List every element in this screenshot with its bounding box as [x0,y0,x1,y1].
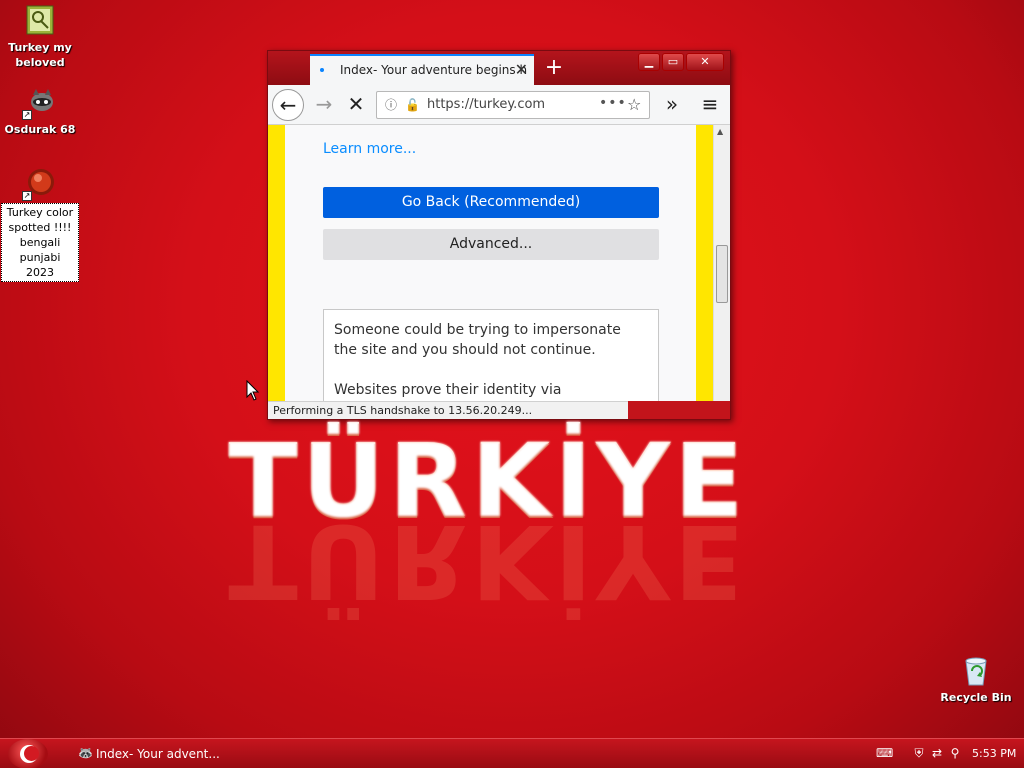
raccoon-icon: 🦝 [78,746,93,760]
shortcut-arrow-icon: ↗ [22,110,32,120]
details-paragraph: Websites prove their identity via certif… [334,382,562,398]
menu-hamburger-icon[interactable]: ≡ [694,89,726,121]
back-button[interactable]: ← [272,89,304,121]
stop-button[interactable]: ✕ [340,89,372,121]
mouse-cursor-icon [246,380,260,401]
certificate-warning-page: Learn more... Go Back (Recommended) Adva… [285,125,696,401]
learn-more-link[interactable]: Learn more... [323,141,416,157]
desktop-icon-osdurak-68[interactable]: ↗ Osdurak 68 [0,86,80,137]
taskbar: 🦝 Index- Your advent... ⌨ ⛨ ⇄ ⚲ 5:53 PM [0,738,1024,768]
red-ball-icon: ↗ [22,167,56,201]
tab-close-icon[interactable]: ✕ [515,56,528,84]
taskbar-item-browser[interactable]: 🦝 Index- Your advent... [76,743,236,765]
security-shield-icon[interactable]: ⛨ [912,746,926,760]
details-paragraph: Someone could be trying to impersonate t… [334,322,621,358]
wallpaper-title-reflection: TÜRKİYE [228,520,748,620]
overflow-chevron-icon[interactable]: » [656,89,688,121]
browser-window[interactable]: Index- Your adventure begins h ✕ + ▁ ▭ ✕… [267,50,731,420]
go-back-button[interactable]: Go Back (Recommended) [323,187,659,218]
wallpaper-title: TÜRKİYE [208,422,768,541]
desktop-icon-label: Osdurak 68 [4,123,76,136]
taskbar-item-label: Index- Your advent... [96,747,220,761]
desktop-icon-turkey-color-spotted[interactable]: ↗ Turkey color spotted !!!! bengali punj… [0,167,80,282]
desktop-icon-recycle-bin[interactable]: Recycle Bin [940,655,1012,704]
network-icon[interactable]: ⇄ [930,746,944,760]
warning-details-box: Someone could be trying to impersonate t… [323,309,659,401]
url-bar[interactable]: ⓘ 🔓 https://turkey.com ••• ☆ [376,91,650,119]
warning-stripe-left [268,125,285,401]
tab-active[interactable]: Index- Your adventure begins h ✕ [310,54,534,85]
clock[interactable]: 5:53 PM [972,743,1016,765]
scrollbar-thumb[interactable] [716,245,728,303]
advanced-button[interactable]: Advanced... [323,229,659,260]
maximize-button[interactable]: ▭ [662,53,684,71]
shortcut-arrow-icon: ↗ [22,191,32,201]
desktop-icon-turkey-my-beloved[interactable]: Turkey my beloved [0,4,80,70]
titlebar[interactable]: Index- Your adventure begins h ✕ + ▁ ▭ ✕ [268,51,730,85]
close-button[interactable]: ✕ [686,53,724,71]
desktop-icon-label-selected: Turkey color spotted !!!! bengali punjab… [1,203,79,282]
desktop-icon-label: Turkey my beloved [8,41,72,69]
insecure-lock-icon[interactable]: 🔓 [405,92,420,118]
url-text[interactable]: https://turkey.com [427,92,545,118]
recycle-bin-icon [960,655,992,687]
tab-title: Index- Your adventure begins h [340,63,528,77]
vertical-scrollbar[interactable]: ▲ ▼ [713,125,730,401]
start-button[interactable] [8,739,48,768]
status-bar: Performing a TLS handshake to 13.56.20.2… [268,401,628,419]
page-viewport: Learn more... Go Back (Recommended) Adva… [268,125,730,401]
scroll-up-icon[interactable]: ▲ [717,127,723,136]
crescent-star-icon [20,745,39,763]
warning-stripe-right [696,125,713,401]
minimize-button[interactable]: ▁ [638,53,660,71]
page-actions-icon[interactable]: ••• [599,90,627,116]
bookmark-star-icon[interactable]: ☆ [627,92,641,118]
new-tab-button[interactable]: + [540,54,568,82]
loading-dot-icon [320,68,324,72]
info-icon[interactable]: ⓘ [385,92,397,118]
navigation-toolbar: ← → ✕ ⓘ 🔓 https://turkey.com ••• ☆ » ≡ [268,85,730,125]
desktop-icon-label: Recycle Bin [940,691,1012,704]
document-icon [24,4,56,36]
raccoon-icon: ↗ [22,86,56,120]
search-icon[interactable]: ⚲ [948,746,962,760]
keyboard-icon[interactable]: ⌨ [876,746,893,760]
forward-button[interactable]: → [308,89,340,121]
